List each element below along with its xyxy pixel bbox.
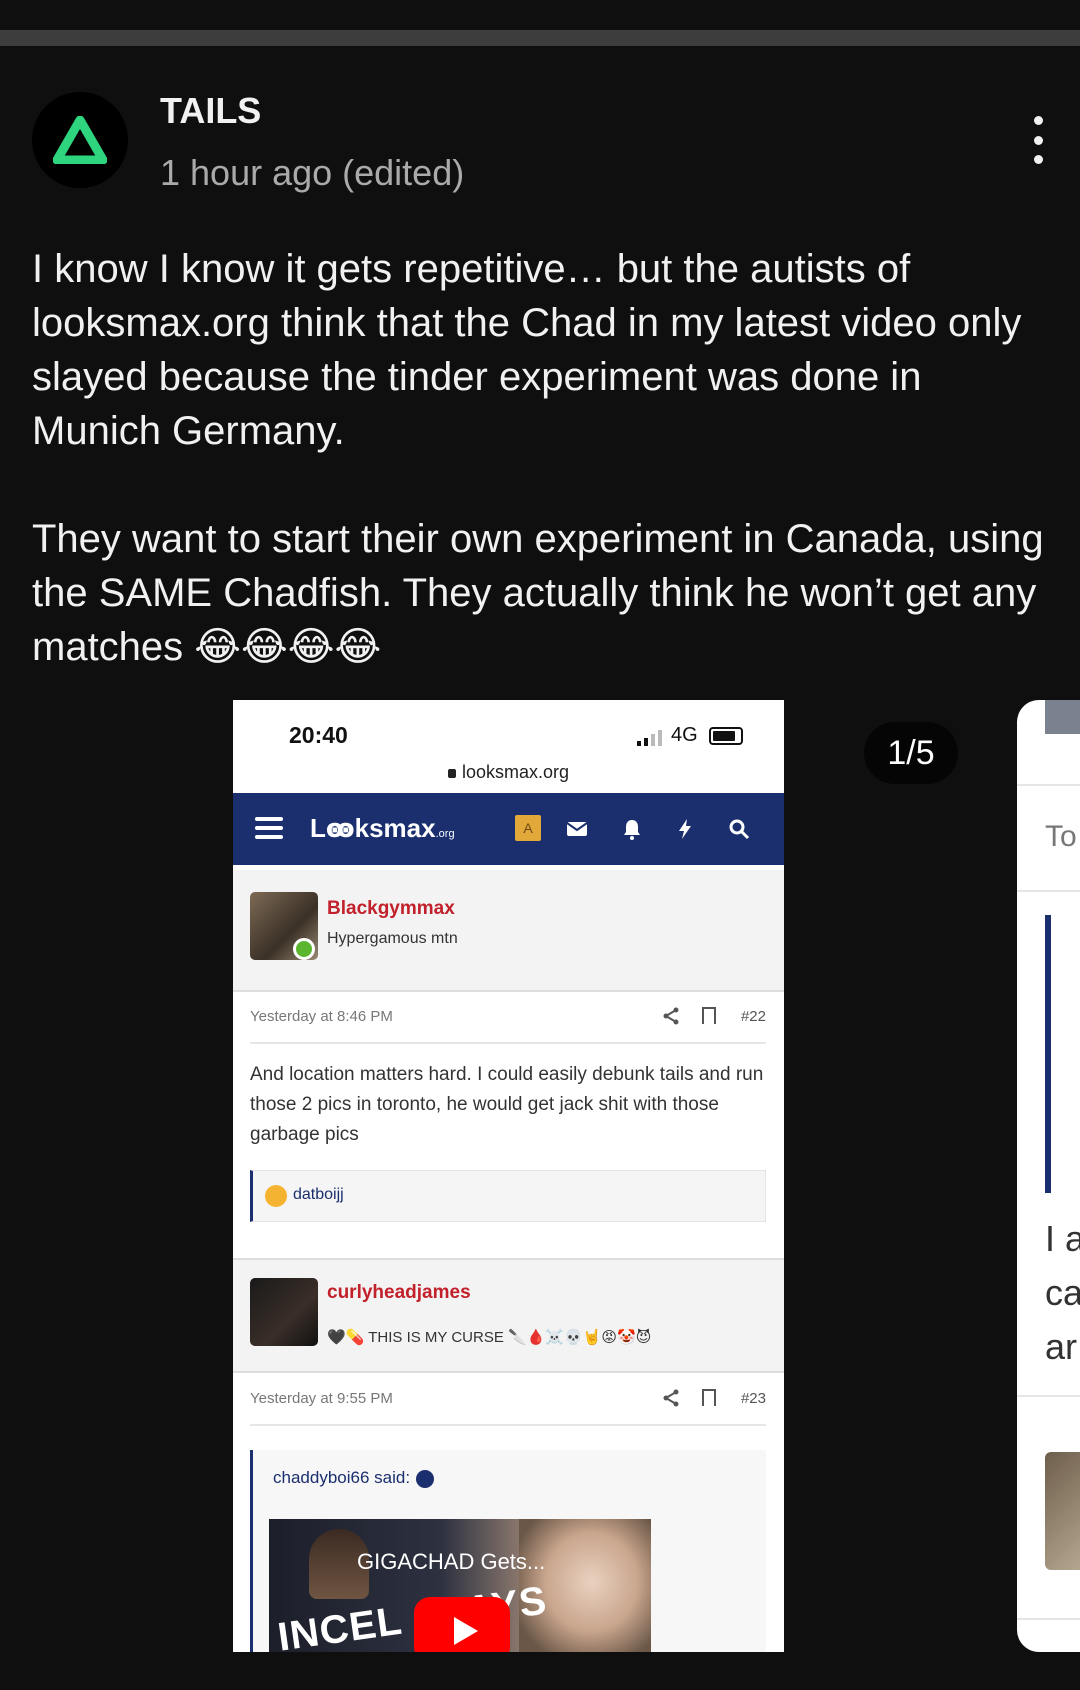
- divider: [1017, 890, 1080, 892]
- divider: [1017, 784, 1080, 786]
- post-meta: Yesterday at 8:46 PM #22: [250, 994, 766, 1044]
- divider: [1017, 1618, 1080, 1620]
- share-icon: [663, 1007, 679, 1025]
- more-options-icon[interactable]: [1024, 116, 1052, 164]
- quote-author: chaddyboi66 said:: [273, 1468, 435, 1488]
- post-date: Yesterday at 8:46 PM: [250, 1008, 393, 1025]
- share-icon: [663, 1389, 679, 1407]
- post-number: #22: [740, 1008, 766, 1025]
- channel-avatar[interactable]: [32, 92, 128, 188]
- video-title: GIGACHAD Gets...: [357, 1549, 546, 1574]
- forum-username: curlyheadjames: [327, 1282, 471, 1303]
- video-thumbnail: GIGACHAD Gets... INCEL SLAYS: [269, 1519, 651, 1652]
- forum-user-title: 🖤💊 THIS IS MY CURSE 🔪🩸☠️💀🤘😡🤡😈: [327, 1329, 652, 1346]
- mail-icon: [566, 822, 588, 836]
- post-date: Yesterday at 9:55 PM: [250, 1390, 393, 1407]
- post-timestamp: 1 hour ago (edited): [160, 152, 465, 193]
- reaction-username: datboijj: [293, 1186, 344, 1203]
- top-divider: [0, 30, 1080, 46]
- play-icon: [414, 1597, 510, 1652]
- divider: [1017, 1395, 1080, 1397]
- next-card-line: ca: [1045, 1272, 1080, 1313]
- heart-eyes-emoji-icon: [265, 1185, 287, 1207]
- triangle-logo-icon: [53, 116, 107, 164]
- next-card-line: I a: [1045, 1218, 1080, 1259]
- menu-icon: [255, 817, 283, 839]
- forum-logo: Lꙭksmax.org: [310, 813, 455, 843]
- phone-clock: 20:40: [289, 722, 348, 748]
- quote-bar: [1045, 915, 1051, 1193]
- battery-icon: [709, 727, 743, 745]
- browser-url: looksmax.org: [233, 762, 784, 783]
- online-indicator: [293, 938, 315, 960]
- carousel-next-image[interactable]: To I a ca ar: [1017, 700, 1080, 1652]
- post-meta: Yesterday at 9:55 PM #23: [250, 1376, 766, 1426]
- bell-icon: [624, 820, 640, 840]
- lock-icon: [447, 768, 456, 778]
- forum-user-card: Blackgymmax Hypergamous mtn: [233, 870, 784, 992]
- signal-icon: [637, 730, 662, 746]
- next-card-thumb: [1045, 700, 1080, 734]
- lightning-icon: [679, 819, 691, 839]
- forum-username: Blackgymmax: [327, 898, 455, 919]
- status-strip: [0, 0, 1080, 30]
- post-number: #23: [740, 1390, 766, 1407]
- post-paragraph-1: I know I know it gets repetitive… but th…: [32, 247, 1033, 453]
- forum-navbar: Lꙭksmax.org A: [233, 793, 784, 865]
- network-type: 4G: [671, 724, 698, 746]
- account-badge: A: [515, 815, 541, 841]
- post-body: I know I know it gets repetitive… but th…: [32, 242, 1052, 674]
- next-card-text: To: [1045, 820, 1077, 853]
- forum-user-card: curlyheadjames 🖤💊 THIS IS MY CURSE 🔪🩸☠️💀…: [233, 1258, 784, 1373]
- carousel-image[interactable]: 20:40 4G looksmax.org Lꙭksmax.org A Blac…: [233, 700, 784, 1652]
- next-card-line: ar: [1045, 1326, 1078, 1367]
- forum-post-text: And location matters hard. I could easil…: [250, 1064, 764, 1145]
- reaction-bar: datboijj: [250, 1170, 766, 1222]
- bookmark-icon: [702, 1007, 716, 1024]
- next-card-avatar: [1045, 1452, 1080, 1570]
- user-avatar: [250, 1278, 318, 1346]
- bookmark-icon: [702, 1389, 716, 1406]
- phone-status-bar: 20:40 4G looksmax.org: [233, 700, 784, 792]
- forum-user-title: Hypergamous mtn: [327, 930, 458, 947]
- author-name[interactable]: TAILS: [160, 90, 261, 132]
- post-paragraph-2: They want to start their own experiment …: [32, 517, 1055, 669]
- carousel-counter: 1/5: [864, 722, 958, 784]
- arrow-up-icon: [416, 1469, 435, 1488]
- search-icon: [729, 819, 750, 840]
